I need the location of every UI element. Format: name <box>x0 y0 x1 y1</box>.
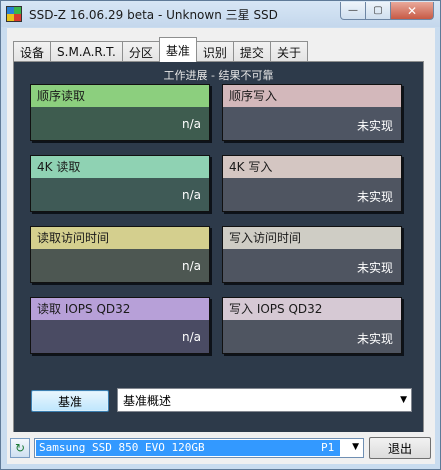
panel-caption: 工作进展 - 结果不可靠 <box>163 69 274 82</box>
tile-value: 未实现 <box>356 190 393 204</box>
benchmark-controls: 基准 基准概述 ▼ <box>27 388 412 412</box>
tile-4k-read: 4K 读取 n/a <box>30 155 210 212</box>
drive-port: P1 <box>321 441 335 454</box>
close-button[interactable]: ✕ <box>391 2 434 20</box>
tile-body: n/a <box>31 249 209 282</box>
tile-body: n/a <box>31 178 209 211</box>
tile-body: 未实现 <box>223 107 401 140</box>
tab-benchmark[interactable]: 基准 <box>158 37 197 62</box>
tile-label: 4K 写入 <box>223 156 401 178</box>
tile-value: 未实现 <box>356 119 393 133</box>
app-icon <box>6 6 22 22</box>
tile-sequential-read: 顺序读取 n/a <box>30 84 210 141</box>
tab-identify[interactable]: 识别 <box>195 41 234 62</box>
tab-strip: 设备 S.M.A.R.T. 分区 基准 识别 提交 关于 <box>13 37 308 62</box>
tab-smart[interactable]: S.M.A.R.T. <box>50 41 123 62</box>
tile-value: n/a <box>181 188 201 202</box>
tile-label: 写入访问时间 <box>223 227 401 249</box>
tile-body: 未实现 <box>223 178 401 211</box>
benchmark-button[interactable]: 基准 <box>31 390 109 412</box>
tile-4k-write: 4K 写入 未实现 <box>222 155 402 212</box>
summary-select-value: 基准概述 <box>123 393 172 408</box>
tile-value: 未实现 <box>356 332 393 346</box>
tile-label: 顺序写入 <box>223 85 401 107</box>
tile-value: n/a <box>181 117 201 131</box>
title-bar[interactable]: SSD-Z 16.06.29 beta - Unknown 三星 SSD — ▢… <box>1 1 440 27</box>
tab-device[interactable]: 设备 <box>13 41 52 62</box>
benchmark-summary-select[interactable]: 基准概述 ▼ <box>117 388 412 412</box>
benchmark-panel: 工作进展 - 结果不可靠 顺序读取 n/a 顺序写入 未实现 4K 读取 n/a <box>13 61 424 443</box>
maximize-button[interactable]: ▢ <box>366 2 391 20</box>
tile-read-access-time: 读取访问时间 n/a <box>30 226 210 283</box>
exit-button[interactable]: 退出 <box>369 437 431 459</box>
window-controls: — ▢ ✕ <box>340 2 434 20</box>
tile-body: 未实现 <box>223 320 401 353</box>
tile-sequential-write: 顺序写入 未实现 <box>222 84 402 141</box>
tile-body: n/a <box>31 320 209 353</box>
client-area: 设备 S.M.A.R.T. 分区 基准 识别 提交 关于 工作进展 - 结果不可… <box>7 28 435 464</box>
chevron-down-icon[interactable]: ▼ <box>400 395 407 405</box>
tile-label: 读取 IOPS QD32 <box>31 298 209 320</box>
tile-label: 4K 读取 <box>31 156 209 178</box>
app-window: SSD-Z 16.06.29 beta - Unknown 三星 SSD — ▢… <box>0 0 441 470</box>
drive-select[interactable]: Samsung SSD 850 EVO 120GB P1 ▼ <box>34 438 364 458</box>
chevron-down-icon[interactable]: ▼ <box>352 442 359 452</box>
tile-write-access-time: 写入访问时间 未实现 <box>222 226 402 283</box>
tab-submit[interactable]: 提交 <box>232 41 271 62</box>
tab-about[interactable]: 关于 <box>269 41 308 62</box>
tile-value: n/a <box>181 330 201 344</box>
tile-read-iops: 读取 IOPS QD32 n/a <box>30 297 210 354</box>
tile-body: 未实现 <box>223 249 401 282</box>
tile-write-iops: 写入 IOPS QD32 未实现 <box>222 297 402 354</box>
tile-label: 读取访问时间 <box>31 227 209 249</box>
window-title: SSD-Z 16.06.29 beta - Unknown 三星 SSD <box>29 8 278 22</box>
tile-value: 未实现 <box>356 261 393 275</box>
status-bar: ↻ Samsung SSD 850 EVO 120GB P1 ▼ 退出 <box>7 432 435 464</box>
tile-label: 写入 IOPS QD32 <box>223 298 401 320</box>
tile-label: 顺序读取 <box>31 85 209 107</box>
tile-body: n/a <box>31 107 209 140</box>
refresh-icon[interactable]: ↻ <box>10 438 30 458</box>
drive-name: Samsung SSD 850 EVO 120GB <box>39 441 205 454</box>
minimize-button[interactable]: — <box>340 2 366 20</box>
tile-value: n/a <box>181 259 201 273</box>
tab-partition[interactable]: 分区 <box>121 41 160 62</box>
